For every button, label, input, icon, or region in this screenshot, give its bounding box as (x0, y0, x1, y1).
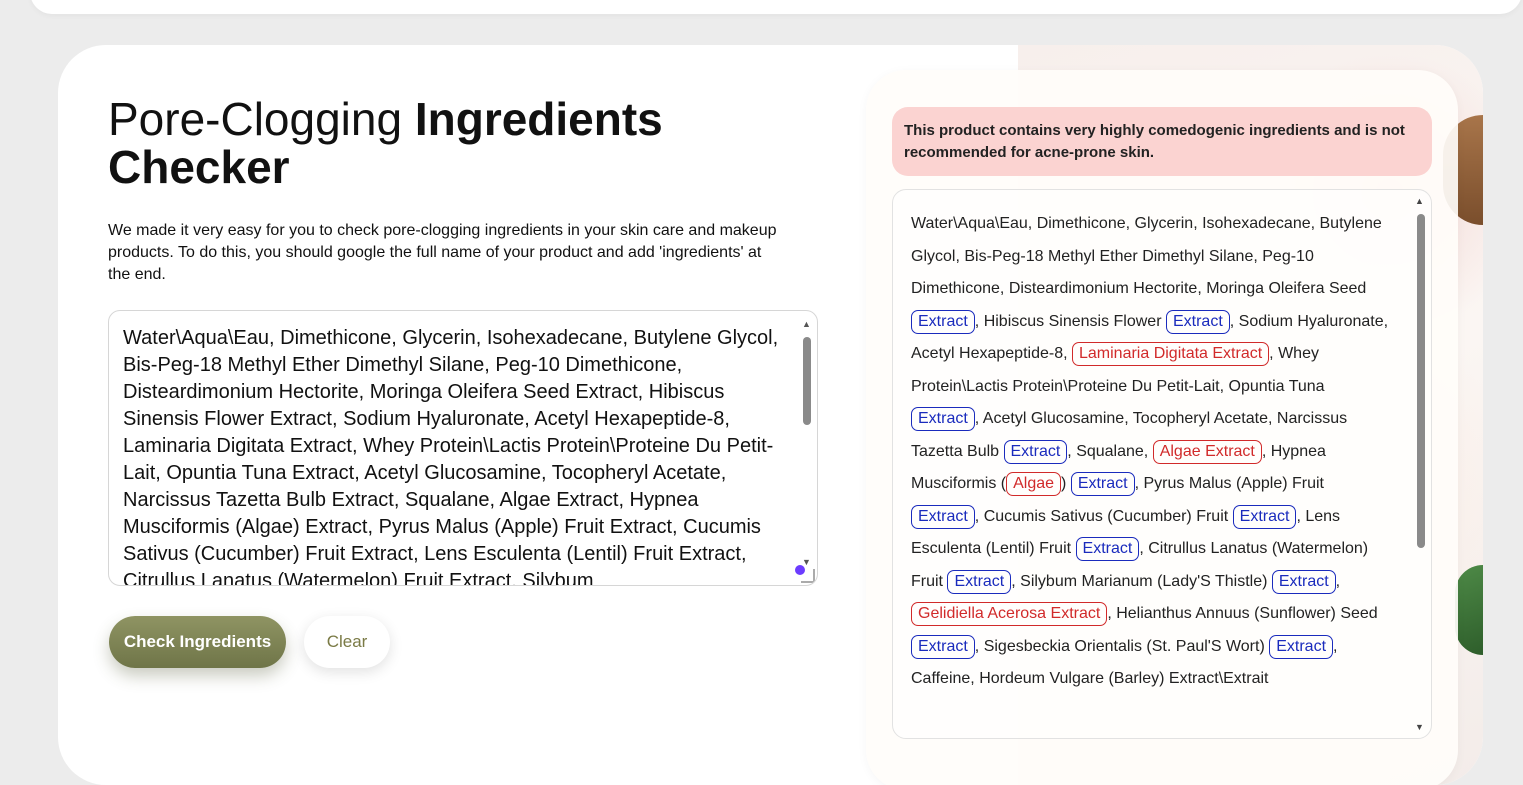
result-scrollbar[interactable]: ▲ ▼ (1413, 196, 1427, 732)
page-title: Pore-Clogging Ingredients Checker (108, 95, 708, 191)
comedogenic-tag-low: Extract (911, 309, 975, 334)
result-panel: This product contains very highly comedo… (866, 70, 1458, 785)
checker-panel: Pore-Clogging Ingredients Checker We made… (58, 45, 1483, 785)
scroll-up-arrow-icon[interactable]: ▲ (1415, 196, 1424, 206)
ingredient-text: , Cucumis Sativus (Cucumber) Fruit (974, 507, 1233, 525)
ingredient-text: , Pyrus Malus (Apple) Fruit (1134, 475, 1324, 492)
scrollbar-thumb[interactable] (803, 337, 811, 425)
ingredients-textarea[interactable]: Water\Aqua\Eau, Dimethicone, Glycerin, I… (108, 310, 818, 586)
scroll-up-arrow-icon[interactable]: ▲ (802, 319, 811, 329)
scrollbar-thumb[interactable] (1417, 214, 1425, 548)
ingredient-text: ) (1061, 475, 1071, 492)
comedogenic-tag-low: Extract (1232, 504, 1297, 529)
check-ingredients-button[interactable]: Check Ingredients (109, 616, 286, 668)
ingredient-text: , Silybum Marianum (Lady'S Thistle) (1011, 572, 1272, 590)
comedogenic-tag-low: Extract (947, 569, 1012, 594)
comedogenic-tag-low: Extract (1271, 569, 1336, 594)
title-light: Pore-Clogging (108, 93, 415, 145)
ingredient-text: , (1335, 572, 1341, 590)
comedogenic-tag-low: Extract (911, 407, 975, 431)
comedogenic-tag-low: Extract (1070, 472, 1135, 496)
comedogenic-tag-low: Extract (911, 634, 975, 659)
ingredient-text: , Sigesbeckia Orientalis (St. Paul'S Wor… (974, 637, 1270, 655)
title-bold-2: Checker (108, 141, 290, 193)
top-navigation-bar (30, 0, 1522, 14)
comedogenic-tag-low: Extract (1075, 537, 1140, 561)
leaf-decoration (1455, 565, 1483, 655)
comedogenic-tag-low: Extract (1003, 439, 1068, 464)
comedogenic-tag-high: Algae Extract (1152, 439, 1262, 464)
scroll-down-arrow-icon[interactable]: ▼ (1415, 722, 1424, 732)
comedogenic-tag-low: Extract (911, 504, 975, 529)
comedogenic-tag-high: Laminaria Digitata Extract (1071, 342, 1270, 366)
ingredient-text: , Squalane, (1067, 442, 1153, 460)
textarea-scrollbar[interactable]: ▲ ▼ (801, 319, 813, 567)
resize-handle-icon[interactable] (801, 569, 815, 583)
comedogenic-tag-low: Extract (1165, 309, 1230, 334)
comedogenic-warning: This product contains very highly comedo… (892, 107, 1432, 176)
ingredient-text: , Helianthus Annuus (Sunflower) Seed (1107, 605, 1378, 622)
comedogenic-tag-high: Algae (1006, 472, 1062, 496)
highlighted-ingredients: Water\Aqua\Eau, Dimethicone, Glycerin, I… (911, 208, 1389, 696)
title-bold-1: Ingredients (414, 93, 663, 145)
ingredient-text: , Hibiscus Sinensis Flower (974, 312, 1166, 330)
ingredient-text: Water\Aqua\Eau, Dimethicone, Glycerin, I… (911, 215, 1382, 297)
comedogenic-tag-low: Extract (1269, 634, 1334, 659)
clear-button[interactable]: Clear (304, 616, 390, 668)
comedogenic-tag-high: Gelidiella Acerosa Extract (911, 602, 1108, 626)
result-box: Water\Aqua\Eau, Dimethicone, Glycerin, I… (892, 189, 1432, 739)
ingredients-input-value[interactable]: Water\Aqua\Eau, Dimethicone, Glycerin, I… (123, 325, 783, 585)
intro-text: We made it very easy for you to check po… (108, 222, 777, 283)
